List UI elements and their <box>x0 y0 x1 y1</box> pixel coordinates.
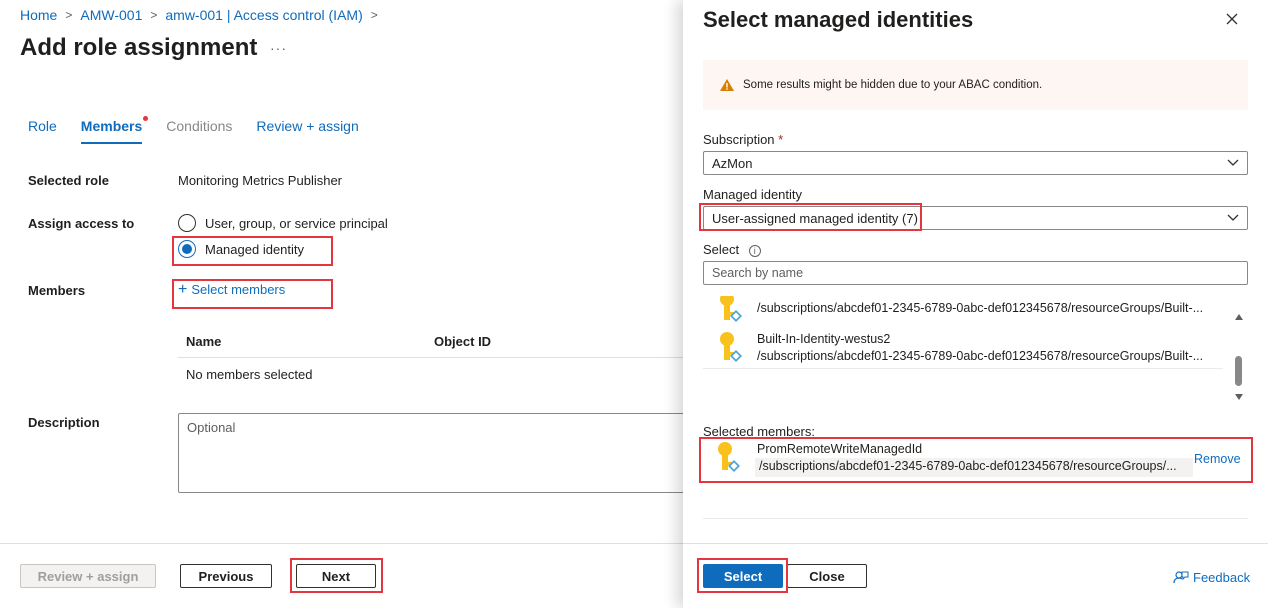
selected-role-value: Monitoring Metrics Publisher <box>178 173 343 188</box>
subscription-label-text: Subscription <box>703 132 775 147</box>
assign-access-label: Assign access to <box>28 216 135 231</box>
review-assign-button[interactable]: Review + assign <box>20 564 156 588</box>
managed-identity-label: Managed identity <box>703 187 803 202</box>
breadcrumb-amw[interactable]: AMW-001 <box>80 7 142 23</box>
select-label: Select i <box>703 242 761 257</box>
list-item-path: /subscriptions/abcdef01-2345-6789-0abc-d… <box>757 349 1204 363</box>
members-table: Name Object ID No members selected <box>178 326 683 390</box>
tab-members-label: Members <box>80 118 143 134</box>
table-header: Name Object ID <box>178 326 683 358</box>
remove-link[interactable]: Remove <box>1194 452 1241 466</box>
radio-managed-label: Managed identity <box>205 241 305 257</box>
plus-icon: + <box>178 281 188 298</box>
tab-conditions[interactable]: Conditions <box>166 118 232 144</box>
list-item-name: Built-In-Identity-westus2 <box>757 332 891 346</box>
managed-identity-value: User-assigned managed identity (7) <box>712 210 918 226</box>
panel-title: Select managed identities <box>703 7 974 32</box>
info-icon[interactable]: i <box>748 244 761 257</box>
feedback-label: Feedback <box>1193 569 1251 585</box>
tab-bar: Role Members Conditions Review + assign <box>28 116 383 144</box>
tab-role[interactable]: Role <box>28 118 57 144</box>
more-options-icon[interactable]: ··· <box>270 40 287 56</box>
radio-checked-icon <box>178 240 196 258</box>
warning-icon <box>720 79 734 91</box>
breadcrumb: Home > AMW-001 > amw-001 | Access contro… <box>20 7 386 23</box>
chevron-right-icon: > <box>370 8 378 22</box>
add-role-assignment-page: Home > AMW-001 > amw-001 | Access contro… <box>0 0 683 608</box>
panel-divider <box>703 518 1248 519</box>
breadcrumb-iam[interactable]: amw-001 | Access control (IAM) <box>165 7 362 23</box>
list-item[interactable]: /subscriptions/abcdef01-2345-6789-0abc-d… <box>703 296 1223 326</box>
required-dot-icon <box>143 116 149 121</box>
column-header-name: Name <box>186 334 222 349</box>
select-members-link[interactable]: + Select members <box>178 281 286 298</box>
description-label: Description <box>28 415 100 430</box>
selected-member-name: PromRemoteWriteManagedId <box>757 442 923 456</box>
selected-members-label: Selected members: <box>703 424 815 439</box>
table-row-empty: No members selected <box>186 366 313 382</box>
list-scrollbar[interactable] <box>1234 310 1244 406</box>
tab-members[interactable]: Members <box>80 116 149 144</box>
next-button[interactable]: Next <box>296 564 376 588</box>
chevron-right-icon: > <box>65 8 73 22</box>
identity-results-list: /subscriptions/abcdef01-2345-6789-0abc-d… <box>703 296 1248 406</box>
footer-divider <box>0 543 683 544</box>
radio-unchecked-icon <box>178 214 196 232</box>
previous-button[interactable]: Previous <box>180 564 272 588</box>
chevron-down-icon <box>1227 214 1239 221</box>
page-title: Add role assignment <box>20 34 258 61</box>
radio-user-group-sp[interactable]: User, group, or service principal <box>178 214 388 232</box>
scroll-thumb[interactable] <box>1235 356 1242 386</box>
scroll-up-icon[interactable] <box>1235 314 1243 320</box>
select-managed-identities-panel: Select managed identities Some results m… <box>683 0 1268 608</box>
managed-identity-key-icon <box>720 332 742 362</box>
chevron-down-icon <box>1227 159 1239 166</box>
managed-identity-dropdown[interactable]: User-assigned managed identity (7) <box>703 206 1248 230</box>
column-header-object-id: Object ID <box>434 334 492 349</box>
managed-identity-key-icon <box>718 442 740 472</box>
close-button[interactable]: Close <box>787 564 867 588</box>
subscription-dropdown[interactable]: AzMon <box>703 151 1248 175</box>
subscription-value: AzMon <box>712 155 753 171</box>
chevron-right-icon: > <box>150 8 158 22</box>
subscription-label: Subscription * <box>703 132 783 147</box>
warning-text: Some results might be hidden due to your… <box>743 79 1043 91</box>
managed-identity-key-icon <box>720 296 742 322</box>
description-textarea[interactable]: Optional <box>178 413 683 493</box>
scroll-down-icon[interactable] <box>1235 394 1243 400</box>
selected-role-label: Selected role <box>28 173 109 188</box>
select-members-label: Select members <box>191 282 286 297</box>
feedback-icon <box>1173 571 1189 584</box>
list-divider <box>703 368 1223 369</box>
selected-member-row: PromRemoteWriteManagedId /subscriptions/… <box>703 440 1248 482</box>
required-asterisk: * <box>778 132 784 147</box>
select-button[interactable]: Select <box>703 564 783 588</box>
list-item[interactable]: Built-In-Identity-westus2 /subscriptions… <box>703 330 1223 370</box>
breadcrumb-home[interactable]: Home <box>20 7 57 23</box>
select-label-text: Select <box>703 242 740 257</box>
radio-managed-identity[interactable]: Managed identity <box>178 240 304 258</box>
abac-warning-banner: Some results might be hidden due to your… <box>703 60 1248 110</box>
search-input[interactable]: Search by name <box>703 261 1248 285</box>
list-item-path: /subscriptions/abcdef01-2345-6789-0abc-d… <box>757 301 1204 315</box>
radio-user-label: User, group, or service principal <box>205 215 388 231</box>
members-label: Members <box>28 283 86 298</box>
panel-footer-divider <box>683 543 1268 544</box>
tab-review-assign[interactable]: Review + assign <box>256 118 358 144</box>
selected-member-path: /subscriptions/abcdef01-2345-6789-0abc-d… <box>755 458 1193 477</box>
close-icon[interactable] <box>1223 10 1241 28</box>
feedback-link[interactable]: Feedback <box>1173 569 1250 585</box>
